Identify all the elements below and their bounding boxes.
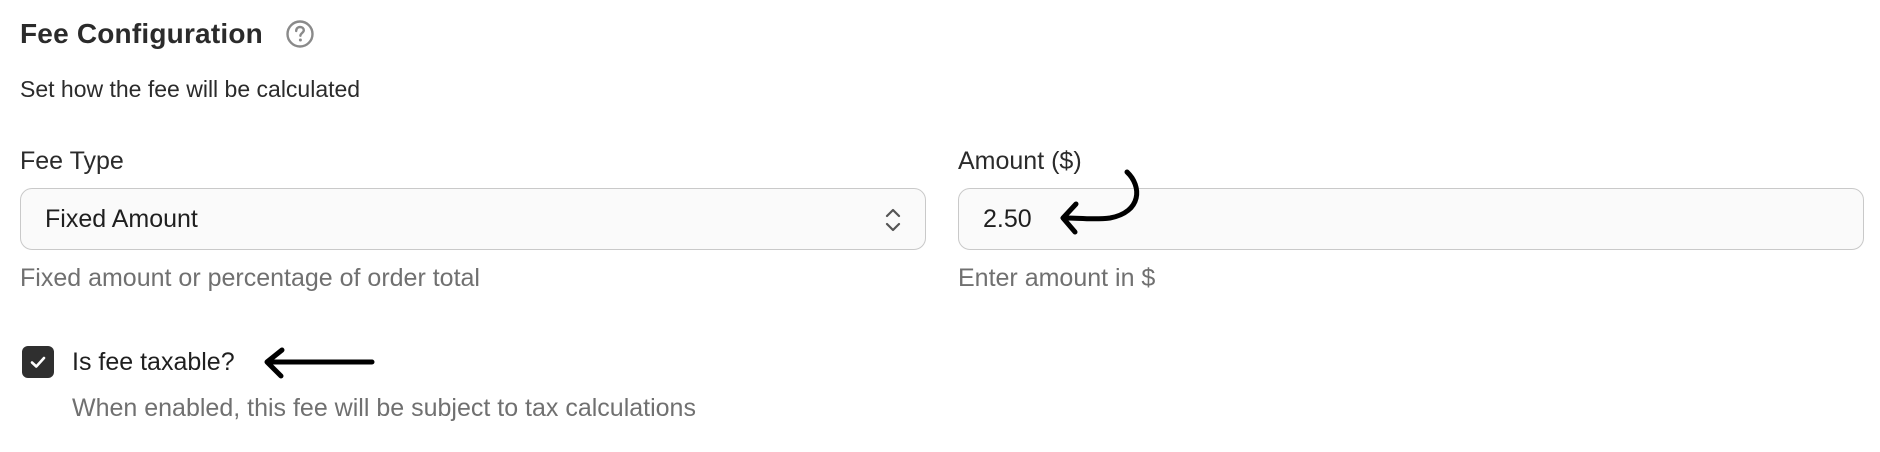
fee-type-selected-value: Fixed Amount <box>45 204 198 233</box>
section-title: Fee Configuration <box>20 18 263 49</box>
fee-type-helper: Fixed amount or percentage of order tota… <box>20 264 480 292</box>
fee-type-select[interactable]: Fixed Amount <box>20 188 926 250</box>
section-header: Fee Configuration <box>20 18 315 50</box>
amount-input[interactable]: 2.50 <box>958 188 1864 250</box>
taxable-label[interactable]: Is fee taxable? <box>72 348 235 377</box>
taxable-row: Is fee taxable? <box>22 346 235 378</box>
amount-label: Amount ($) <box>958 147 1082 175</box>
taxable-helper: When enabled, this fee will be subject t… <box>72 394 696 422</box>
fee-type-field: Fee Type Fixed Amount Fixed amount or pe… <box>20 146 926 293</box>
question-circle-icon[interactable] <box>285 19 315 49</box>
section-subtitle: Set how the fee will be calculated <box>20 76 361 102</box>
taxable-checkbox[interactable] <box>22 346 54 378</box>
checkmark-icon <box>30 356 46 368</box>
amount-helper: Enter amount in $ <box>958 264 1156 292</box>
left-arrow-icon <box>264 347 375 379</box>
chevron-up-down-icon <box>883 205 903 235</box>
amount-value: 2.50 <box>983 204 1032 233</box>
amount-field: Amount ($) 2.50 Enter amount in $ <box>958 146 1864 293</box>
fee-type-label: Fee Type <box>20 147 124 175</box>
